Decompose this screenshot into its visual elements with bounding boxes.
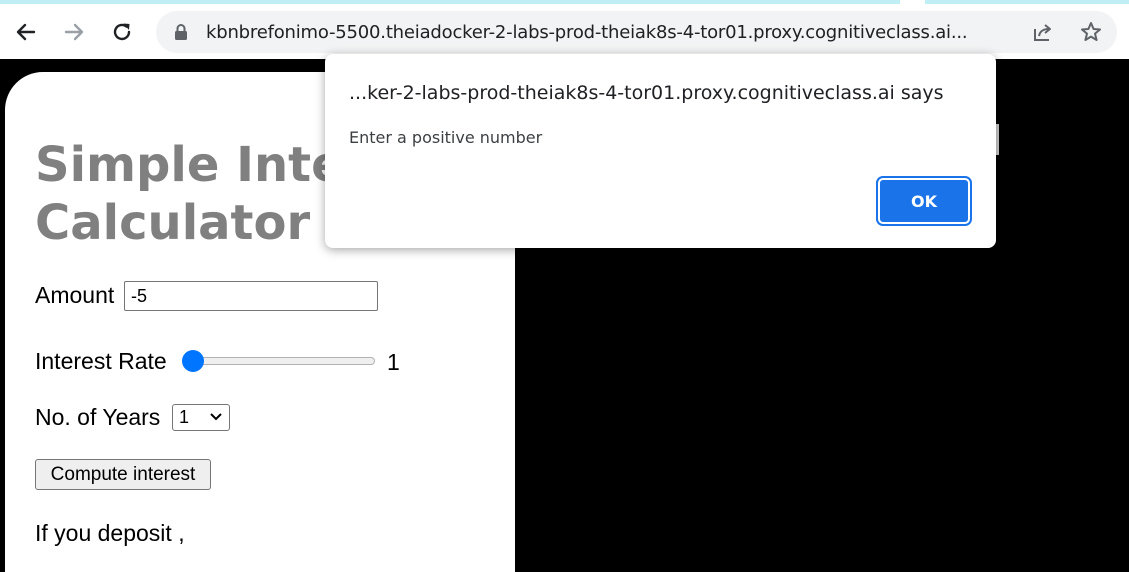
forward-button[interactable] [54,12,94,52]
amount-row: Amount [35,281,378,311]
page-element-behind-dialog [996,124,999,155]
ok-button[interactable]: OK [878,178,970,224]
result-text: If you deposit , [35,520,185,546]
lock-icon[interactable] [172,23,190,41]
years-row: No. of Years 1 [35,404,230,431]
years-select[interactable]: 1 [172,404,230,431]
reload-button[interactable] [102,12,142,52]
dialog-title: ...ker-2-labs-prod-theiak8s-4-tor01.prox… [349,82,944,104]
amount-input[interactable] [124,281,378,311]
slider-thumb[interactable] [182,350,204,372]
back-button[interactable] [6,12,46,52]
interest-rate-row: Interest Rate 1 [35,348,400,375]
interest-rate-slider[interactable] [195,357,375,365]
compute-interest-button[interactable]: Compute interest [35,459,211,490]
share-icon-glyph [1034,24,1051,41]
dialog-message: Enter a positive number [349,128,543,147]
alert-dialog: ...ker-2-labs-prod-theiak8s-4-tor01.prox… [325,54,996,248]
back-arrow-icon [16,23,36,41]
amount-label: Amount [35,282,115,308]
interest-rate-label: Interest Rate [35,348,167,374]
interest-rate-value: 1 [387,349,400,375]
browser-toolbar: kbnbrefonimo-5500.theiadocker-2-labs-pro… [0,4,1129,59]
address-bar[interactable]: kbnbrefonimo-5500.theiadocker-2-labs-pro… [156,11,1117,53]
share-icon[interactable] [1030,20,1056,44]
bookmark-star-icon[interactable] [1078,20,1104,44]
chevron-down-icon [210,413,222,421]
years-label: No. of Years [35,404,161,430]
reload-icon [113,23,131,41]
star-icon [1081,22,1101,41]
url-text[interactable]: kbnbrefonimo-5500.theiadocker-2-labs-pro… [206,22,1026,44]
years-selected-value: 1 [179,407,190,427]
forward-arrow-icon [64,23,84,41]
